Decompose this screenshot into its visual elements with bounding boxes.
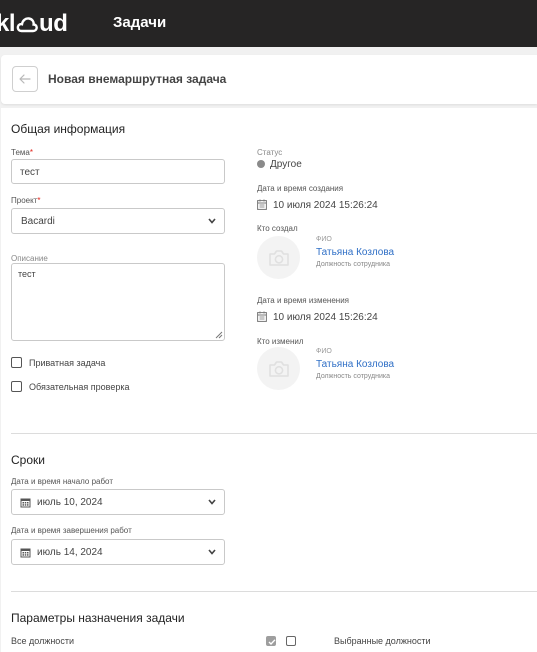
created-date-label: Дата и время создания (257, 184, 344, 193)
description-label: Описание (11, 254, 48, 263)
created-date-value: 10 июля 2024 15:26:24 (273, 200, 378, 211)
all-positions-checkbox[interactable] (266, 636, 276, 646)
calendar-icon (20, 498, 31, 508)
logo-text-l: l (8, 10, 16, 37)
modified-date-label: Дата и время изменения (257, 296, 350, 305)
modifier-fio-label: ФИО (316, 348, 332, 355)
description-textarea[interactable]: тест (11, 263, 225, 341)
logo-text-ud: ud (39, 10, 68, 37)
calendar-icon (257, 199, 267, 210)
description-value: тест (18, 269, 36, 279)
creator-name-link[interactable]: Татьяна Козлова (316, 247, 394, 258)
created-by-label: Кто создал (257, 224, 298, 233)
start-date-picker[interactable]: июль 10, 2024 (11, 489, 225, 515)
section-divider (11, 433, 537, 434)
modifier-position: Должность сотрудника (316, 373, 390, 380)
modified-date-value: 10 июля 2024 15:26:24 (273, 312, 378, 323)
selected-positions-label: Выбранные должности (334, 636, 431, 646)
modifier-name-link[interactable]: Татьяна Козлова (316, 359, 394, 370)
deadlines-section-title: Сроки (11, 453, 45, 467)
top-bar: kl ud Задачи (0, 0, 537, 47)
creator-fio-label: ФИО (316, 236, 332, 243)
modifier-avatar (257, 347, 300, 390)
mandatory-check-label: Обязательная проверка (29, 382, 130, 392)
mandatory-check-checkbox[interactable] (11, 381, 22, 392)
chevron-down-icon (208, 218, 216, 224)
private-task-checkbox[interactable] (11, 357, 22, 368)
section-divider (11, 591, 537, 592)
checkmark-icon (268, 639, 276, 646)
general-section-title: Общая информация (11, 122, 126, 136)
end-date-label: Дата и время завершения работ (11, 526, 132, 535)
start-date-value: июль 10, 2024 (37, 497, 103, 508)
modified-by-label: Кто изменил (257, 337, 304, 346)
topic-input[interactable]: тест (11, 159, 225, 184)
end-date-picker[interactable]: июль 14, 2024 (11, 539, 225, 565)
topic-value: тест (20, 167, 40, 178)
back-button[interactable] (12, 66, 38, 92)
project-select[interactable]: Bacardi (11, 208, 225, 234)
chevron-down-icon (208, 549, 216, 555)
creator-avatar (257, 236, 300, 279)
logo-text-k: k (0, 10, 9, 37)
assignment-section-title: Параметры назначения задачи (11, 611, 185, 625)
calendar-icon (20, 548, 31, 558)
status-label: Статус (257, 148, 283, 157)
all-positions-label: Все должности (11, 636, 74, 646)
app-logo[interactable]: kl ud (0, 10, 68, 38)
project-value: Bacardi (21, 216, 55, 227)
page-title: Новая внемаршрутная задача (48, 72, 227, 86)
cloud-logo-icon (16, 16, 38, 32)
resize-grip-icon[interactable] (215, 331, 223, 339)
task-form: Общая информация Тема* тест Проект* Baca… (1, 108, 537, 652)
topic-label: Тема* (11, 148, 33, 157)
camera-icon (268, 360, 289, 377)
arrow-left-icon (19, 74, 31, 84)
status-value: Другое (270, 159, 302, 170)
project-label: Проект* (11, 196, 41, 205)
creator-position: Должность сотрудника (316, 261, 390, 268)
chevron-down-icon (208, 499, 216, 505)
app-title: Задачи (113, 14, 167, 31)
private-task-label: Приватная задача (29, 358, 106, 368)
start-date-label: Дата и время начало работ (11, 477, 113, 486)
status-dot (257, 160, 265, 168)
calendar-icon (257, 311, 267, 322)
camera-icon (268, 249, 289, 266)
selected-positions-checkbox[interactable] (286, 636, 296, 646)
end-date-value: июль 14, 2024 (37, 547, 103, 558)
page-header: Новая внемаршрутная задача (1, 55, 537, 104)
